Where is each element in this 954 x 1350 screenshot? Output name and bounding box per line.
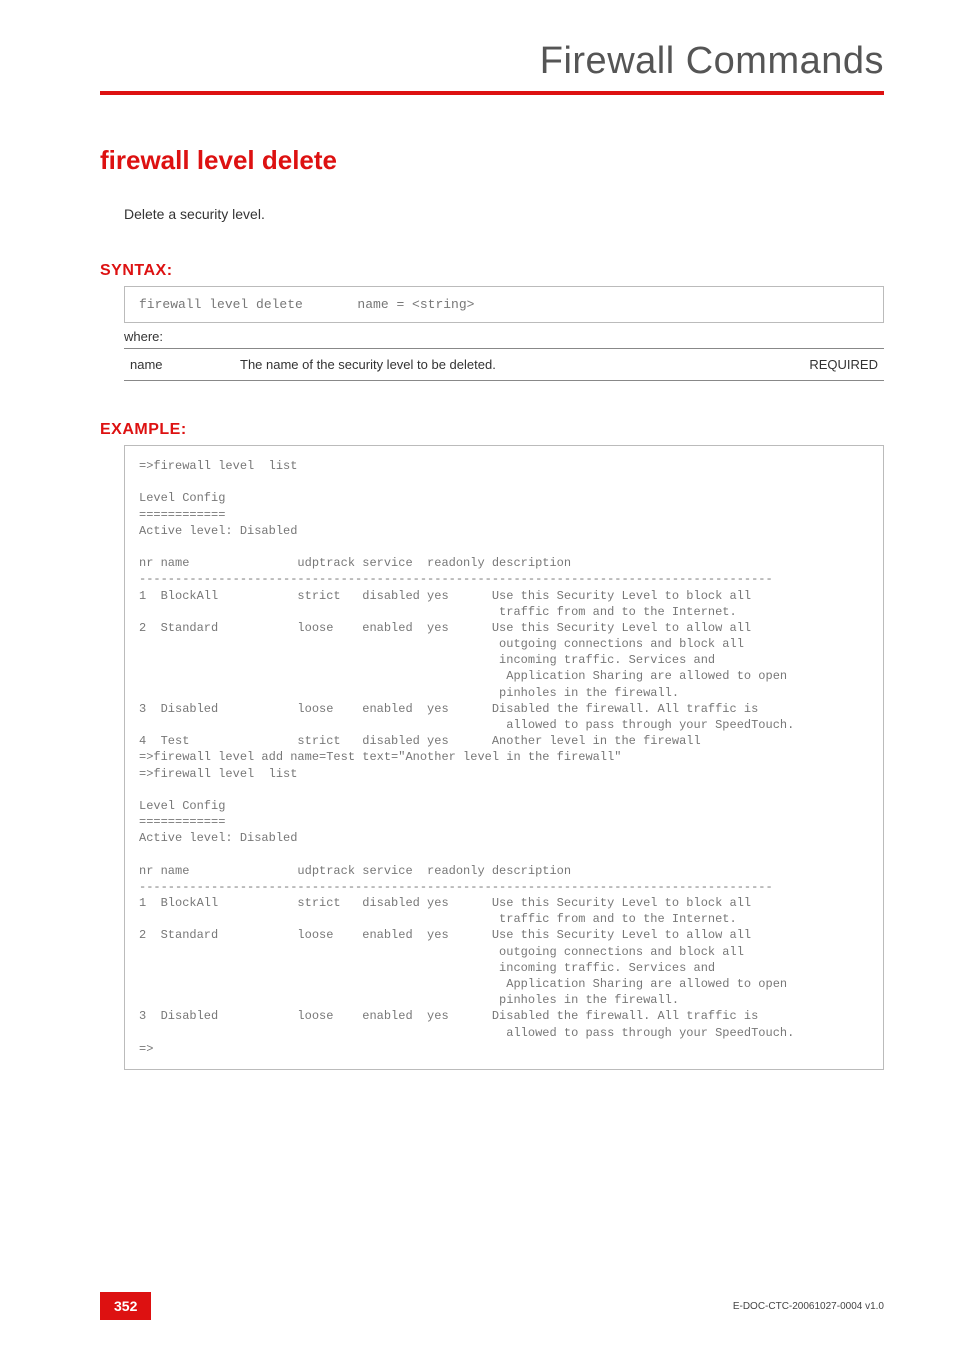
param-name: name (124, 349, 234, 381)
footer: 352 E-DOC-CTC-20061027-0004 v1.0 (100, 1292, 884, 1320)
param-table: name The name of the security level to b… (124, 348, 884, 381)
command-description: Delete a security level. (124, 206, 884, 222)
command-title: firewall level delete (100, 145, 884, 176)
syntax-label: SYNTAX: (100, 262, 884, 280)
example-code: =>firewall level list Level Config =====… (124, 445, 884, 1070)
running-title: Firewall Commands (100, 40, 884, 83)
syntax-code: firewall level delete name = <string> (124, 286, 884, 323)
doc-id: E-DOC-CTC-20061027-0004 v1.0 (733, 1301, 884, 1312)
param-required: REQUIRED (784, 349, 884, 381)
example-label: EXAMPLE: (100, 421, 884, 439)
page: Firewall Commands firewall level delete … (0, 0, 954, 1350)
where-label: where: (124, 329, 884, 344)
page-number: 352 (100, 1292, 151, 1320)
header-rule (100, 91, 884, 95)
param-desc: The name of the security level to be del… (234, 349, 784, 381)
table-row: name The name of the security level to b… (124, 349, 884, 381)
